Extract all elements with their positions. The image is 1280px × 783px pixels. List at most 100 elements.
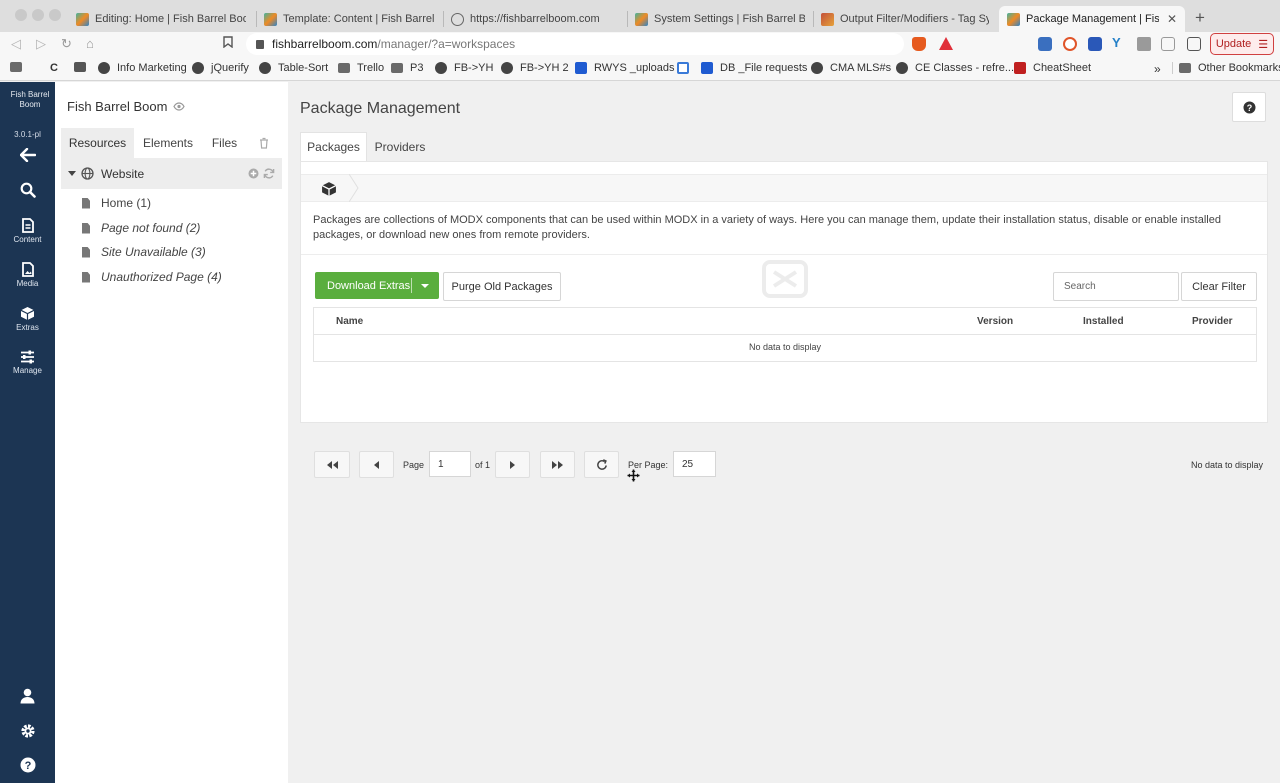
breadcrumb-packages[interactable] (309, 177, 349, 201)
browser-tab-template-content[interactable]: Template: Content | Fish Barrel Boo (256, 6, 442, 32)
tree-node-page-not-found[interactable]: Page not found (2) (82, 221, 200, 235)
bookmarks-folder-icon[interactable] (10, 62, 29, 72)
bookmark-cma-mls[interactable]: CMA MLS#s (811, 62, 891, 74)
brave-shield-icon[interactable] (912, 37, 926, 51)
close-tab-icon[interactable]: ✕ (1167, 12, 1177, 26)
bookmark-rwys-uploads[interactable]: RWYS _uploads (575, 62, 675, 74)
close-window-dot[interactable] (15, 9, 27, 21)
bookmark-cheatsheet[interactable]: CheatSheet (1014, 62, 1091, 74)
help-icon[interactable]: ? (0, 757, 55, 773)
bookmark-trello[interactable]: Trello (338, 62, 384, 74)
save-bookmark-icon[interactable] (74, 62, 93, 72)
cube-icon (20, 307, 35, 320)
wallet-icon[interactable] (1187, 37, 1201, 51)
first-page-button[interactable] (314, 451, 350, 478)
browser-tab-site[interactable]: https://fishbarrelboom.com (443, 6, 627, 32)
refresh-icon[interactable] (263, 168, 275, 179)
column-header-provider[interactable]: Provider (1192, 316, 1233, 327)
nav-content[interactable]: Content (0, 218, 55, 244)
browser-tab-package-management[interactable]: Package Management | Fish Ba ✕ (999, 6, 1185, 32)
search-icon[interactable] (0, 182, 55, 198)
tree-node-home[interactable]: Home (1) (82, 196, 151, 210)
globe-icon (501, 62, 513, 74)
add-circle-icon[interactable] (248, 168, 259, 179)
reload-icon[interactable]: ↻ (61, 36, 72, 52)
context-website[interactable]: Website (61, 158, 282, 189)
browser-tab-output-filter[interactable]: Output Filter/Modifiers - Tag Syntax (813, 6, 997, 32)
save-extension-icon[interactable] (1038, 37, 1052, 51)
bookmark-fb-yh[interactable]: FB->YH (435, 62, 493, 74)
per-page-input[interactable] (673, 451, 716, 477)
address-bar[interactable]: fishbarrelboom.com/manager/?a=workspaces (246, 33, 904, 55)
bookmark-p3[interactable]: P3 (391, 62, 423, 74)
bookmark-jquerify[interactable]: jQuerify (192, 62, 249, 74)
next-page-button[interactable] (495, 451, 530, 478)
user-icon[interactable] (0, 688, 55, 704)
site-logo[interactable]: Fish Barrel Boom (10, 90, 50, 110)
previous-page-button[interactable] (359, 451, 394, 478)
tree-node-site-unavailable[interactable]: Site Unavailable (3) (82, 245, 206, 259)
browser-tab-system-settings[interactable]: System Settings | Fish Barrel Boom (627, 6, 813, 32)
zoom-window-dot[interactable] (49, 9, 61, 21)
purge-old-packages-button[interactable]: Purge Old Packages (443, 272, 561, 301)
bookmarks-bar: C Info Marketing jQuerify Table-Sort Tre… (0, 57, 1280, 81)
column-header-version[interactable]: Version (977, 316, 1013, 327)
tab-packages[interactable]: Packages (300, 132, 367, 161)
help-button[interactable]: ? (1232, 92, 1266, 122)
bookmark-ce-classes[interactable]: CE Classes - refre... (896, 62, 1014, 74)
download-extras-button[interactable]: Download Extras (315, 272, 439, 299)
bookmark-db-file-requests[interactable]: DB _File requests (701, 62, 807, 74)
clear-filter-button[interactable]: Clear Filter (1181, 272, 1257, 301)
more-bookmarks-chevron-icon[interactable]: » (1154, 62, 1161, 76)
last-page-button[interactable] (540, 451, 575, 478)
other-bookmarks[interactable]: Other Bookmarks (1172, 62, 1280, 74)
extensions-puzzle-icon[interactable] (1137, 37, 1151, 51)
reload-bookmark-icon[interactable]: C (50, 62, 58, 74)
nav-media[interactable]: Media (0, 262, 55, 288)
svg-text:?: ? (24, 760, 31, 772)
gear-icon[interactable] (0, 723, 55, 739)
calendar-icon (677, 62, 689, 74)
breadcrumb-chevron-icon (349, 174, 359, 202)
expand-caret-icon[interactable] (68, 171, 76, 176)
extension-y-icon[interactable]: Y (1112, 35, 1126, 50)
bookmark-calendar[interactable] (677, 62, 696, 74)
resource-tree-panel: Fish Barrel Boom Resources Elements File… (55, 82, 288, 783)
back-arrow-icon[interactable] (0, 148, 55, 162)
search-input[interactable] (1053, 272, 1179, 301)
bookmark-table-sort[interactable]: Table-Sort (259, 62, 328, 74)
dropdown-caret-icon[interactable] (421, 284, 429, 288)
bookmark-info-marketing[interactable]: Info Marketing (98, 62, 187, 74)
chevron-right-icon (510, 460, 515, 469)
browser-tab-editing-home[interactable]: Editing: Home | Fish Barrel Boom (68, 6, 254, 32)
home-icon[interactable]: ⌂ (86, 36, 94, 51)
nav-manage[interactable]: Manage (0, 350, 55, 375)
new-tab-plus-icon[interactable]: + (1195, 8, 1205, 28)
tab-files[interactable]: Files (202, 128, 247, 158)
bookmark-icon[interactable] (223, 36, 233, 51)
forward-arrow-icon[interactable]: ▷ (36, 36, 46, 52)
tab-elements[interactable]: Elements (134, 128, 202, 158)
back-arrow-icon[interactable]: ◁ (11, 36, 21, 52)
brave-rewards-icon[interactable] (939, 37, 953, 50)
eye-icon[interactable] (173, 102, 186, 111)
nav-extras[interactable]: Extras (0, 306, 55, 332)
bookmark-fb-yh-2[interactable]: FB->YH 2 (501, 62, 569, 74)
grid-header: Name Version Installed Provider (314, 308, 1256, 335)
trash-icon[interactable] (251, 128, 276, 158)
column-header-name[interactable]: Name (336, 316, 363, 327)
page-number-input[interactable] (429, 451, 471, 477)
extension-badge-icon[interactable] (1088, 37, 1102, 51)
extension-circle-icon[interactable] (1063, 37, 1077, 51)
tree-node-unauthorized-page[interactable]: Unauthorized Page (4) (82, 270, 222, 284)
column-header-installed[interactable]: Installed (1083, 316, 1124, 327)
refresh-grid-button[interactable] (584, 451, 619, 478)
page-label: Page (403, 460, 425, 470)
cheatsheet-icon (1014, 62, 1026, 74)
tab-resources[interactable]: Resources (61, 128, 134, 158)
minimize-window-dot[interactable] (32, 9, 44, 21)
tab-providers[interactable]: Providers (367, 132, 433, 161)
sidebar-toggle-icon[interactable] (1161, 37, 1175, 51)
browser-update-button[interactable]: Update ☰ (1210, 33, 1274, 55)
packages-panel: Packages are collections of MODX compone… (300, 161, 1268, 482)
